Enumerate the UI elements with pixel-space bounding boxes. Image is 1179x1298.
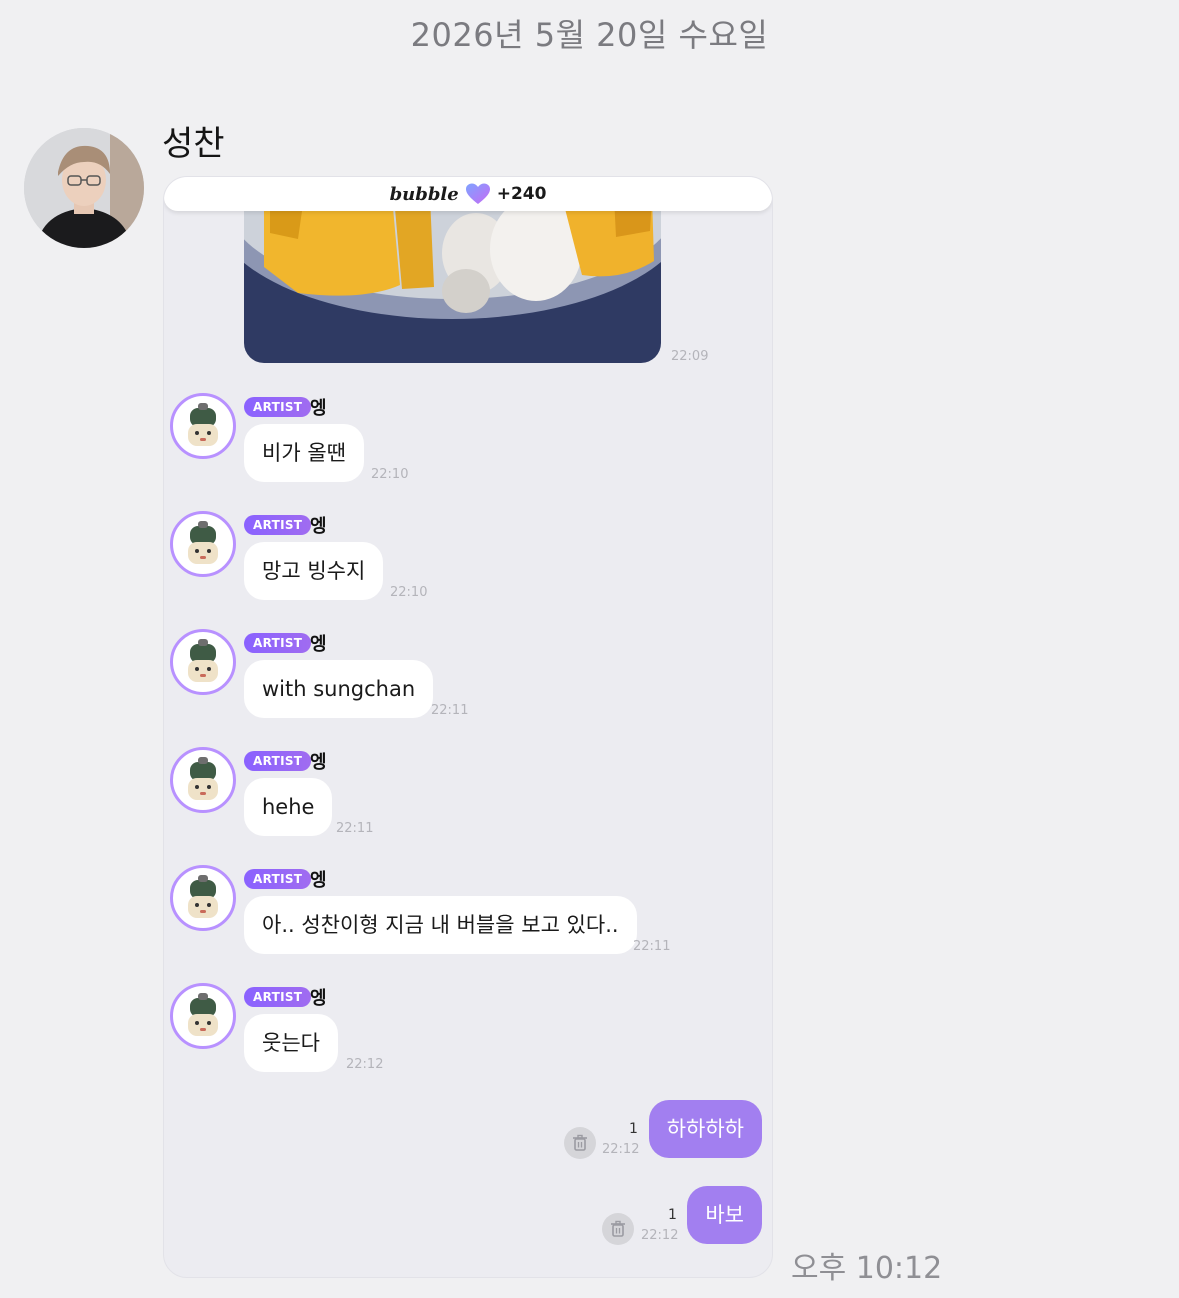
sender-avatar[interactable] [24, 128, 144, 248]
photo-timestamp: 22:09 [671, 349, 709, 364]
artist-name: 엥 [310, 516, 327, 537]
message-timestamp: 22:10 [371, 467, 409, 482]
message-timestamp: 22:10 [390, 585, 428, 600]
artist-avatar[interactable] [170, 393, 236, 459]
artist-avatar[interactable] [170, 747, 236, 813]
reply-timestamp: 22:12 [641, 1228, 679, 1243]
message-bubble[interactable]: 아.. 성찬이형 지금 내 버블을 보고 있다.. [244, 896, 637, 954]
artist-name: 엥 [310, 752, 327, 773]
message-time: 오후 10:12 [791, 1251, 943, 1286]
date-header: 2026년 5월 20일 수요일 [410, 16, 769, 54]
artist-avatar[interactable] [170, 629, 236, 695]
shared-photo[interactable] [244, 197, 661, 363]
artist-badge: ARTIST [244, 869, 312, 889]
artist-name: 엥 [310, 398, 327, 419]
artist-badge: ARTIST [244, 515, 312, 535]
artist-avatar[interactable] [170, 511, 236, 577]
message-bubble[interactable]: with sungchan [244, 660, 434, 718]
shared-chat-screenshot[interactable]: bubble +240 22:09 ARTIST 엥 비가 올땐 22:10 A… [163, 176, 773, 1278]
artist-badge: ARTIST [244, 633, 312, 653]
artist-avatar[interactable] [170, 983, 236, 1049]
sent-message-bubble[interactable]: 바보 [687, 1186, 762, 1244]
bubble-header: bubble +240 [164, 177, 772, 211]
unread-count: 1 [668, 1207, 677, 1223]
trash-icon[interactable] [602, 1213, 634, 1245]
message-timestamp: 22:11 [336, 821, 374, 836]
message-timestamp: 22:12 [346, 1057, 384, 1072]
points-label: +240 [496, 184, 547, 204]
artist-badge: ARTIST [244, 751, 312, 771]
unread-count: 1 [629, 1121, 638, 1137]
bubble-heart-icon [465, 183, 490, 204]
artist-name: 엥 [310, 870, 327, 891]
sender-name: 성찬 [162, 124, 225, 164]
message-timestamp: 22:11 [431, 703, 469, 718]
message-timestamp: 22:11 [633, 939, 671, 954]
sent-message-bubble[interactable]: 하하하하 [648, 1100, 762, 1158]
message-bubble[interactable]: 웃는다 [244, 1014, 338, 1072]
artist-name: 엥 [310, 634, 327, 655]
message-bubble[interactable]: 망고 빙수지 [244, 542, 384, 600]
artist-badge: ARTIST [244, 397, 312, 417]
artist-badge: ARTIST [244, 987, 312, 1007]
artist-avatar[interactable] [170, 865, 236, 931]
trash-icon[interactable] [564, 1127, 596, 1159]
message-bubble[interactable]: 비가 올땐 [244, 424, 364, 482]
brand-label: bubble [389, 183, 459, 205]
artist-name: 엥 [310, 988, 327, 1009]
message-bubble[interactable]: hehe [244, 778, 333, 836]
reply-timestamp: 22:12 [602, 1142, 640, 1157]
